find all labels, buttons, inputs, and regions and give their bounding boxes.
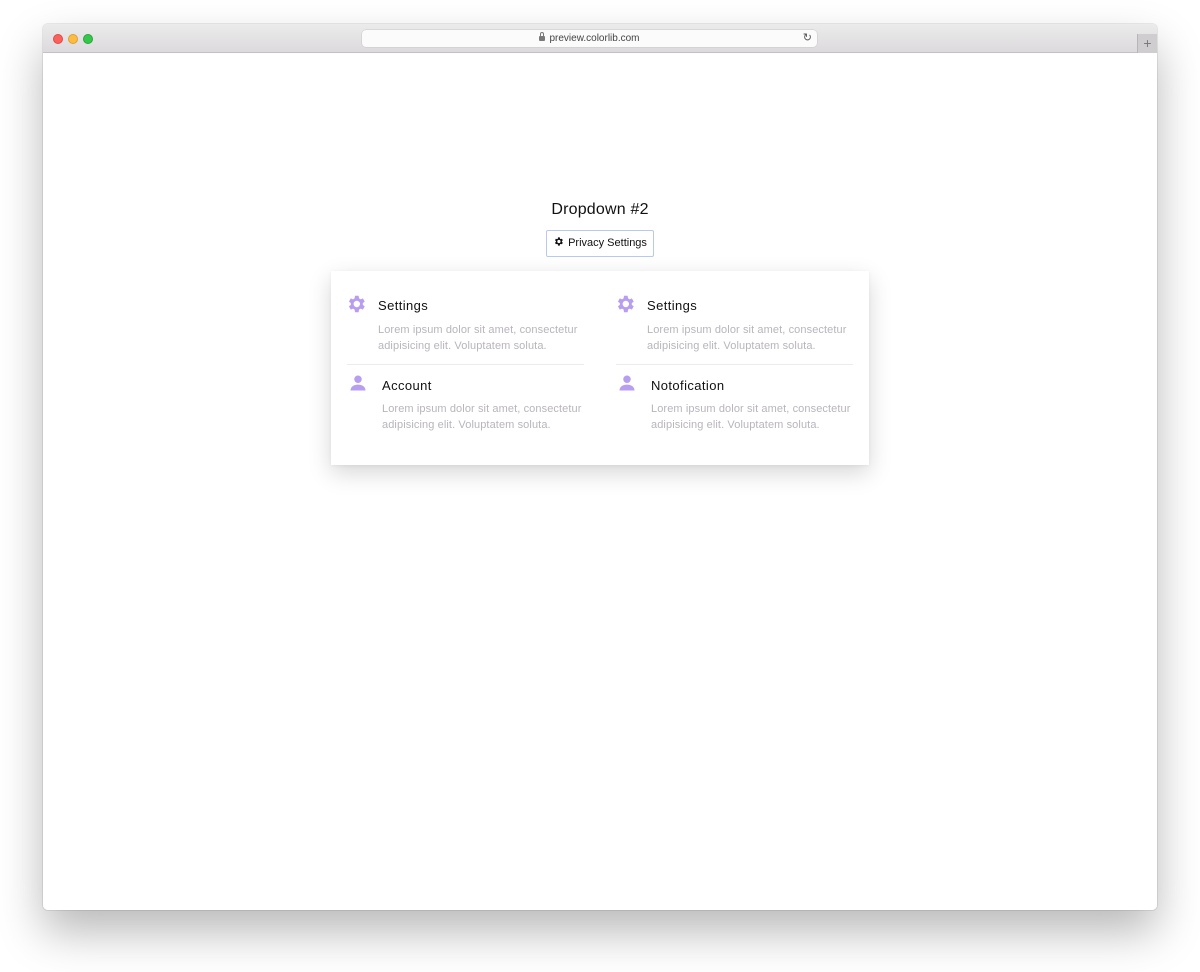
menu-item-description: Lorem ipsum dolor sit amet, consectetur … — [378, 324, 578, 352]
maximize-window-button[interactable] — [83, 34, 93, 44]
new-tab-button[interactable]: + — [1137, 34, 1157, 53]
gear-icon — [555, 237, 563, 246]
user-icon — [619, 375, 635, 391]
menu-divider — [616, 364, 853, 365]
reload-icon[interactable]: ↻ — [803, 32, 812, 45]
address-bar[interactable]: preview.colorlib.com ↻ — [362, 30, 817, 47]
menu-divider — [347, 364, 584, 365]
user-icon — [350, 375, 366, 391]
close-window-button[interactable] — [53, 34, 63, 44]
page-title: Dropdown #2 — [551, 201, 649, 218]
menu-item-description: Lorem ipsum dolor sit amet, consectetur … — [647, 324, 847, 352]
privacy-settings-label: Privacy Settings — [568, 237, 647, 249]
gear-icon — [348, 295, 365, 313]
menu-item-description: Lorem ipsum dolor sit amet, consectetur … — [382, 403, 582, 431]
page-content: Dropdown #2 Privacy Settings Settings Lo… — [43, 53, 1157, 910]
menu-item-title: Settings — [378, 298, 429, 313]
menu-item-title: Notofication — [651, 378, 725, 393]
privacy-settings-button[interactable]: Privacy Settings — [546, 230, 654, 257]
menu-item-title: Account — [382, 378, 432, 393]
address-bar-url: preview.colorlib.com — [549, 33, 640, 44]
browser-titlebar: preview.colorlib.com ↻ + — [43, 24, 1157, 53]
minimize-window-button[interactable] — [68, 34, 78, 44]
gear-icon — [617, 295, 634, 313]
dropdown-menu: Settings Lorem ipsum dolor sit amet, con… — [331, 271, 869, 465]
menu-item-title: Settings — [647, 298, 698, 313]
lock-icon — [539, 32, 546, 41]
browser-window: preview.colorlib.com ↻ + Dropdown #2 Pri… — [43, 24, 1157, 910]
menu-item-description: Lorem ipsum dolor sit amet, consectetur … — [651, 403, 851, 431]
